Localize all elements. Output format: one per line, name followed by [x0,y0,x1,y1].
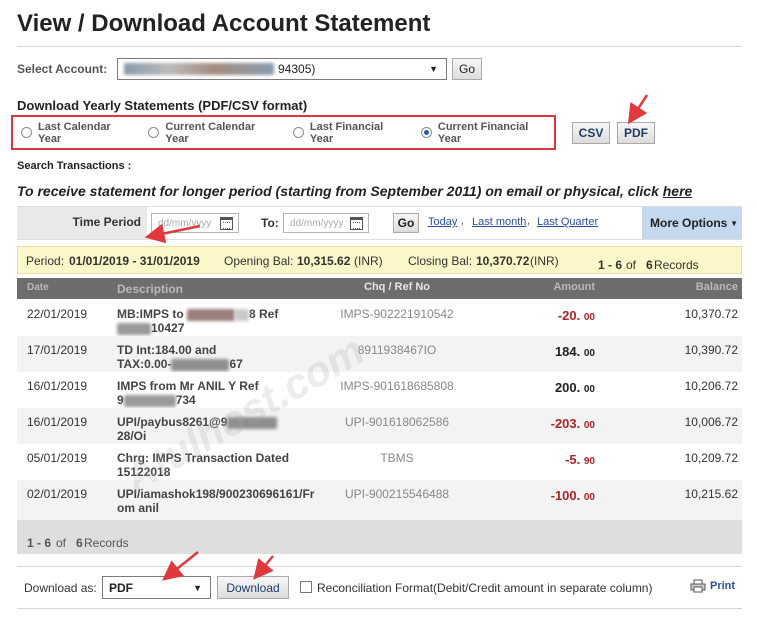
period-go-button[interactable]: Go [393,213,419,233]
table-row[interactable]: 16/01/2019 UPI/paybus8261@928/Oi d708630… [17,408,742,457]
yearly-heading: Download Yearly Statements (PDF/CSV form… [17,98,308,113]
search-transactions-label: Search Transactions : [17,160,132,172]
footer-records: Records [84,536,129,550]
record-of: of [626,258,637,272]
to-label: To: [261,216,279,230]
download-button[interactable]: Download [217,576,289,599]
page-title: View / Download Account Statement [17,10,431,37]
footer-of: of [56,536,67,550]
caret-down-icon: ▼ [730,218,738,228]
calendar-icon[interactable] [220,217,233,230]
table-row[interactable]: 05/01/2019 Chrg: IMPS Transaction Dated … [17,444,742,480]
arrow-to-download-button [253,555,274,580]
here-link[interactable]: here [663,183,693,199]
time-period-cell: Time Period [17,207,147,239]
header-description: Description [117,282,184,296]
period-label: Period: [26,254,65,268]
download-bottom-divider [17,608,742,609]
table-footer: 1 - 6 of 6 Records [17,520,742,554]
pdf-button[interactable]: PDF [617,122,655,144]
last-month-link[interactable]: Last month [472,216,526,228]
download-top-divider [17,566,742,567]
print-link[interactable]: Print [690,579,735,593]
footer-count: 6 [76,536,83,550]
chevron-down-icon: ▼ [429,64,438,74]
account-number-redacted [124,63,274,75]
yearly-options-group: Last Calendar Year Current Calendar Year… [11,115,556,150]
radio-current-calendar-year[interactable]: Current Calendar Year [148,121,280,145]
redacted-text [123,394,176,407]
reconciliation-checkbox[interactable] [300,581,312,593]
header-chq-ref: Chq / Ref No [364,281,430,293]
radio-last-financial-year[interactable]: Last Financial Year [292,121,409,145]
record-count: 6 [646,258,653,272]
redacted-text [187,308,235,321]
table-row[interactable]: 22/01/2019 MB:IMPS to 8 Ref 10427 IMPS-9… [17,300,742,336]
more-options-button[interactable]: More Options ▼ [642,207,742,239]
closing-balance-value: 10,370.72 [476,254,530,268]
closing-balance-label: Closing Bal: [408,254,473,268]
time-period-label: Time Period [72,215,141,229]
header-amount: Amount [553,281,595,293]
period-value: 01/01/2019 - 31/01/2019 [69,254,200,268]
header-date: Date [27,282,49,293]
csv-button[interactable]: CSV [572,122,610,144]
transactions-table-header: Date Description Chq / Ref No Amount Bal… [17,278,742,299]
radio-last-calendar-year[interactable]: Last Calendar Year [21,121,136,145]
footer-range: 1 - 6 [27,536,52,550]
closing-balance-unit: (INR) [530,254,559,268]
opening-balance-label: Opening Bal: [224,254,294,268]
account-select[interactable]: 94305) ▼ [117,58,447,80]
radio-circle[interactable] [148,127,160,138]
today-link[interactable]: Today [428,216,457,228]
last-quarter-link[interactable]: Last Quarter [537,216,598,228]
redacted-text [171,358,230,371]
select-account-label: Select Account: [17,62,108,76]
radio-current-financial-year[interactable]: Current Financial Year [420,121,554,145]
opening-balance-value: 10,315.62 [297,254,351,268]
account-go-button[interactable]: Go [452,58,482,80]
title-divider [17,46,742,47]
period-filter-bar: Time Period dd/mm/yyyy To: dd/mm/yyyy Go… [17,206,742,240]
download-format-select[interactable]: PDF ▼ [102,576,211,599]
reconciliation-label: Reconciliation Format(Debit/Credit amoun… [317,581,653,595]
table-row[interactable]: 17/01/2019 TD Int:184.00 and TAX:0.00- 67… [17,336,742,372]
radio-circle-selected[interactable] [420,127,432,138]
from-date-input[interactable]: dd/mm/yyyy [151,213,239,233]
statement-summary-bar: Period: 01/01/2019 - 31/01/2019 Opening … [17,246,742,274]
radio-circle[interactable] [21,127,32,138]
opening-balance-unit: (INR) [354,254,383,268]
records-label: Records [654,258,699,272]
arrow-to-pdf [627,94,649,125]
table-row[interactable]: 02/01/2019 UPI/iamashok198/900230696161/… [17,480,742,520]
header-balance: Balance [695,281,738,293]
account-value: 94305) [278,62,316,76]
table-row[interactable]: 16/01/2019 IMPS from Mr ANIL Y Ref 9 734 … [17,372,742,408]
download-as-label: Download as: [24,581,97,595]
arrow-to-format-select [162,551,199,581]
calendar-icon[interactable] [350,217,363,230]
to-date-input[interactable]: dd/mm/yyyy [283,213,369,233]
printer-icon [690,579,706,593]
radio-circle[interactable] [292,127,304,138]
record-range: 1 - 6 [598,258,623,272]
redacted-text [227,416,278,429]
chevron-down-icon: ▼ [193,582,202,593]
longer-period-notice: To receive statement for longer period (… [17,183,693,199]
